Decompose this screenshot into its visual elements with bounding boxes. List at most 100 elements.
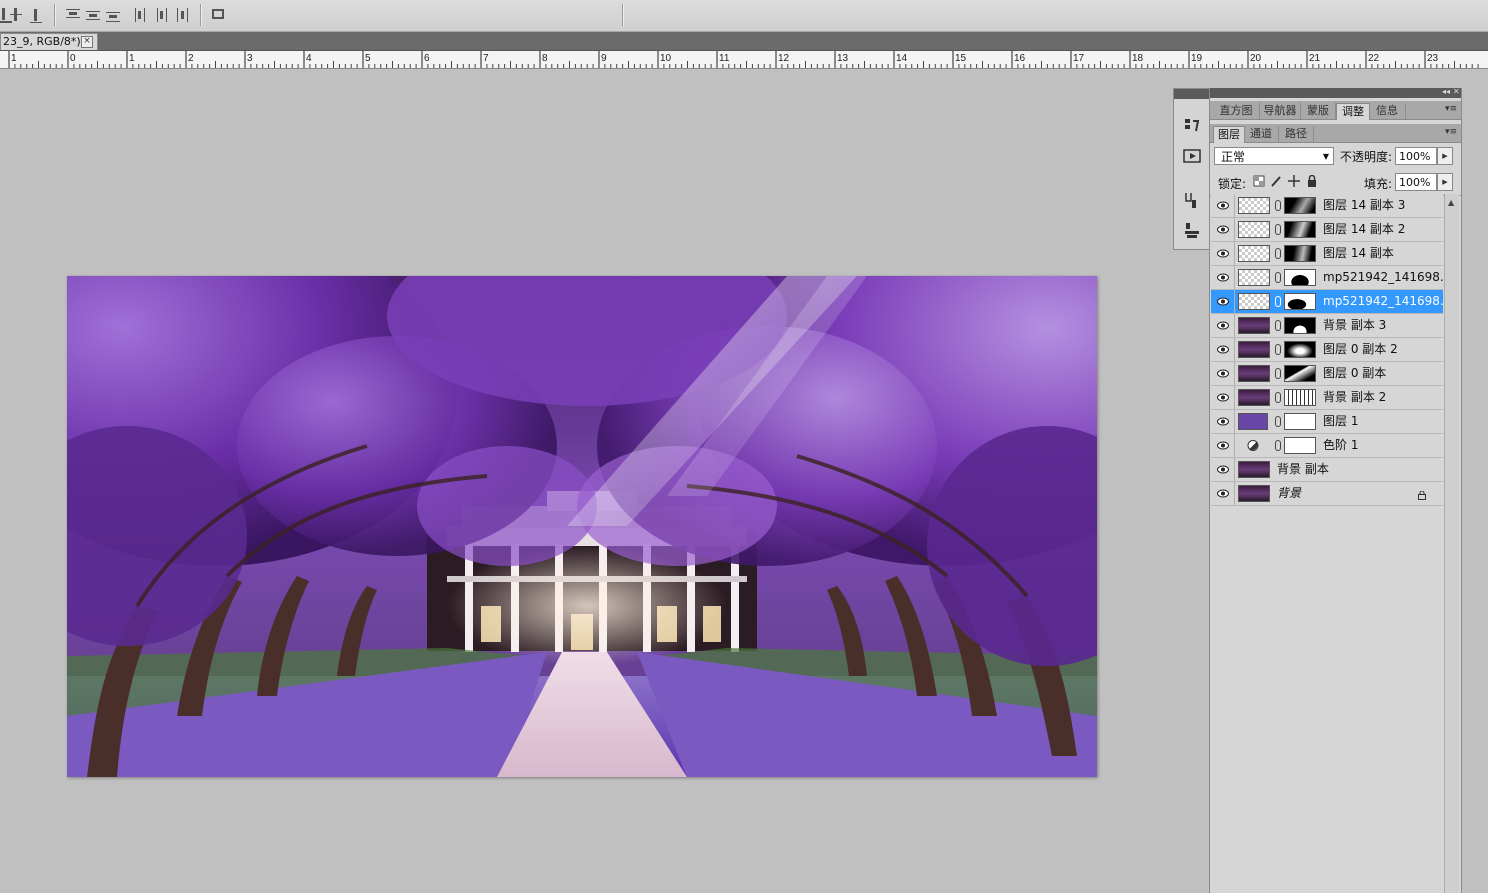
distribute-top-icon[interactable] — [66, 6, 84, 24]
layer-row[interactable]: 图层 14 副本 2 — [1211, 218, 1443, 242]
history-icon[interactable] — [1183, 117, 1201, 135]
layer-thumbnail[interactable] — [1238, 341, 1270, 358]
layer-thumbnail[interactable] — [1238, 413, 1268, 430]
opacity-input[interactable]: 100% — [1395, 147, 1437, 165]
layers-group-tab[interactable]: 路径 — [1279, 126, 1314, 142]
layers-group-tab[interactable]: 图层 — [1213, 126, 1245, 143]
layer-thumbnail[interactable] — [1238, 197, 1270, 214]
clone-source-icon[interactable] — [1183, 221, 1201, 239]
mask-link-icon[interactable] — [1275, 200, 1281, 211]
layer-thumbnail[interactable] — [1238, 317, 1270, 334]
layer-row[interactable]: 图层 0 副本 — [1211, 362, 1443, 386]
panel-menu-icon[interactable]: ▾≡ — [1445, 104, 1457, 114]
opacity-slider-button[interactable]: ▶ — [1437, 147, 1453, 165]
panel-title-bar[interactable]: ◂◂ ✕ — [1210, 87, 1461, 98]
panel-tab[interactable]: 导航器 — [1260, 103, 1301, 119]
layer-thumbnail[interactable] — [1238, 269, 1270, 286]
auto-align-icon[interactable] — [210, 6, 228, 24]
mask-link-icon[interactable] — [1275, 416, 1281, 427]
distribute-left-icon[interactable] — [134, 6, 152, 24]
mask-link-icon[interactable] — [1275, 248, 1281, 259]
mask-link-icon[interactable] — [1275, 368, 1281, 379]
visibility-eye-icon[interactable] — [1213, 194, 1235, 217]
visibility-eye-icon[interactable] — [1213, 362, 1235, 385]
layer-row[interactable]: 图层 0 副本 2 — [1211, 338, 1443, 362]
layer-row[interactable]: 图层 14 副本 — [1211, 242, 1443, 266]
visibility-eye-icon[interactable] — [1213, 314, 1235, 337]
layer-row[interactable]: 背景 副本 2 — [1211, 386, 1443, 410]
panel-tab[interactable]: 信息 — [1369, 103, 1406, 119]
layer-mask-thumbnail[interactable] — [1284, 293, 1316, 310]
visibility-eye-icon[interactable] — [1213, 242, 1235, 265]
blend-mode-select[interactable]: 正常 ▼ — [1214, 147, 1334, 165]
layer-mask-thumbnail[interactable] — [1284, 245, 1316, 262]
visibility-eye-icon[interactable] — [1213, 410, 1235, 433]
visibility-eye-icon[interactable] — [1213, 386, 1235, 409]
layer-row[interactable]: 背景 副本 — [1211, 458, 1443, 482]
levels-adjustment-icon[interactable] — [1238, 437, 1268, 454]
canvas-image[interactable] — [67, 276, 1097, 777]
visibility-eye-icon[interactable] — [1213, 458, 1235, 481]
document-tab[interactable]: 23_9, RGB/8*) × — [0, 33, 98, 50]
lock-position-icon[interactable] — [1288, 175, 1300, 187]
layer-row[interactable]: mp521942_141698... — [1211, 266, 1451, 290]
layers-scrollbar[interactable]: ▲ — [1444, 194, 1459, 893]
layer-mask-thumbnail[interactable] — [1284, 437, 1316, 454]
visibility-eye-icon[interactable] — [1213, 266, 1235, 289]
layer-thumbnail[interactable] — [1238, 365, 1270, 382]
lock-pixels-icon[interactable] — [1270, 175, 1282, 187]
layer-mask-thumbnail[interactable] — [1284, 317, 1316, 334]
mask-link-icon[interactable] — [1275, 440, 1281, 451]
layer-mask-thumbnail[interactable] — [1284, 221, 1316, 238]
distribute-hcenter-icon[interactable] — [154, 6, 172, 24]
layer-thumbnail[interactable] — [1238, 461, 1270, 478]
mask-link-icon[interactable] — [1275, 224, 1281, 235]
layer-thumbnail[interactable] — [1238, 485, 1270, 502]
layer-thumbnail[interactable] — [1238, 389, 1270, 406]
lock-all-icon[interactable] — [1306, 175, 1318, 187]
layer-row[interactable]: 背景 副本 3 — [1211, 314, 1443, 338]
layer-mask-thumbnail[interactable] — [1284, 413, 1316, 430]
mask-link-icon[interactable] — [1275, 392, 1281, 403]
layer-row[interactable]: 背景 — [1211, 482, 1443, 506]
layer-thumbnail[interactable] — [1238, 245, 1270, 262]
align-top-icon[interactable] — [30, 6, 48, 24]
visibility-eye-icon[interactable] — [1213, 338, 1235, 361]
layer-mask-thumbnail[interactable] — [1284, 269, 1316, 286]
close-icon[interactable]: ✕ — [1453, 87, 1460, 96]
brushes-icon[interactable] — [1183, 191, 1201, 209]
collapse-icon[interactable]: ◂◂ — [1442, 87, 1450, 96]
layer-mask-thumbnail[interactable] — [1284, 341, 1316, 358]
lock-transparency-icon[interactable] — [1253, 175, 1265, 187]
mask-link-icon[interactable] — [1275, 272, 1281, 283]
distribute-vcenter-icon[interactable] — [86, 6, 104, 24]
layer-mask-thumbnail[interactable] — [1284, 365, 1316, 382]
layer-row[interactable]: 色阶 1 — [1211, 434, 1443, 458]
align-vcenter-icon[interactable] — [10, 6, 28, 24]
layer-mask-thumbnail[interactable] — [1284, 389, 1316, 406]
horizontal-ruler[interactable]: 1 0 1 2 3 4 5 6 7 8 9 10 11 12 13 14 15 16 17 18 19 20 21 22 23 — [0, 51, 1488, 69]
distribute-right-icon[interactable] — [174, 6, 192, 24]
mask-link-icon[interactable] — [1275, 320, 1281, 331]
layer-thumbnail[interactable] — [1238, 293, 1270, 310]
layers-group-tab[interactable]: 通道 — [1244, 126, 1279, 142]
distribute-bottom-icon[interactable] — [106, 6, 124, 24]
actions-icon[interactable] — [1183, 147, 1201, 165]
layer-mask-thumbnail[interactable] — [1284, 197, 1316, 214]
panel-tab[interactable]: 调整 — [1336, 103, 1370, 120]
visibility-eye-icon[interactable] — [1213, 218, 1235, 241]
fill-slider-button[interactable]: ▶ — [1437, 173, 1453, 191]
panel-tab[interactable]: 直方图 — [1213, 103, 1260, 119]
layer-row[interactable]: mp521942_141698... — [1211, 290, 1451, 314]
close-tab-button[interactable]: × — [81, 36, 93, 48]
scroll-up-icon[interactable]: ▲ — [1448, 198, 1454, 207]
layers-menu-icon[interactable]: ▾≡ — [1445, 127, 1457, 137]
visibility-eye-icon[interactable] — [1213, 290, 1235, 313]
layer-row[interactable]: 图层 1 — [1211, 410, 1443, 434]
visibility-eye-icon[interactable] — [1213, 482, 1235, 505]
mask-link-icon[interactable] — [1275, 344, 1281, 355]
layer-row[interactable]: 图层 14 副本 3 — [1211, 194, 1443, 218]
panel-tab[interactable]: 蒙版 — [1301, 103, 1336, 119]
visibility-eye-icon[interactable] — [1213, 434, 1235, 457]
mask-link-icon[interactable] — [1275, 296, 1281, 307]
